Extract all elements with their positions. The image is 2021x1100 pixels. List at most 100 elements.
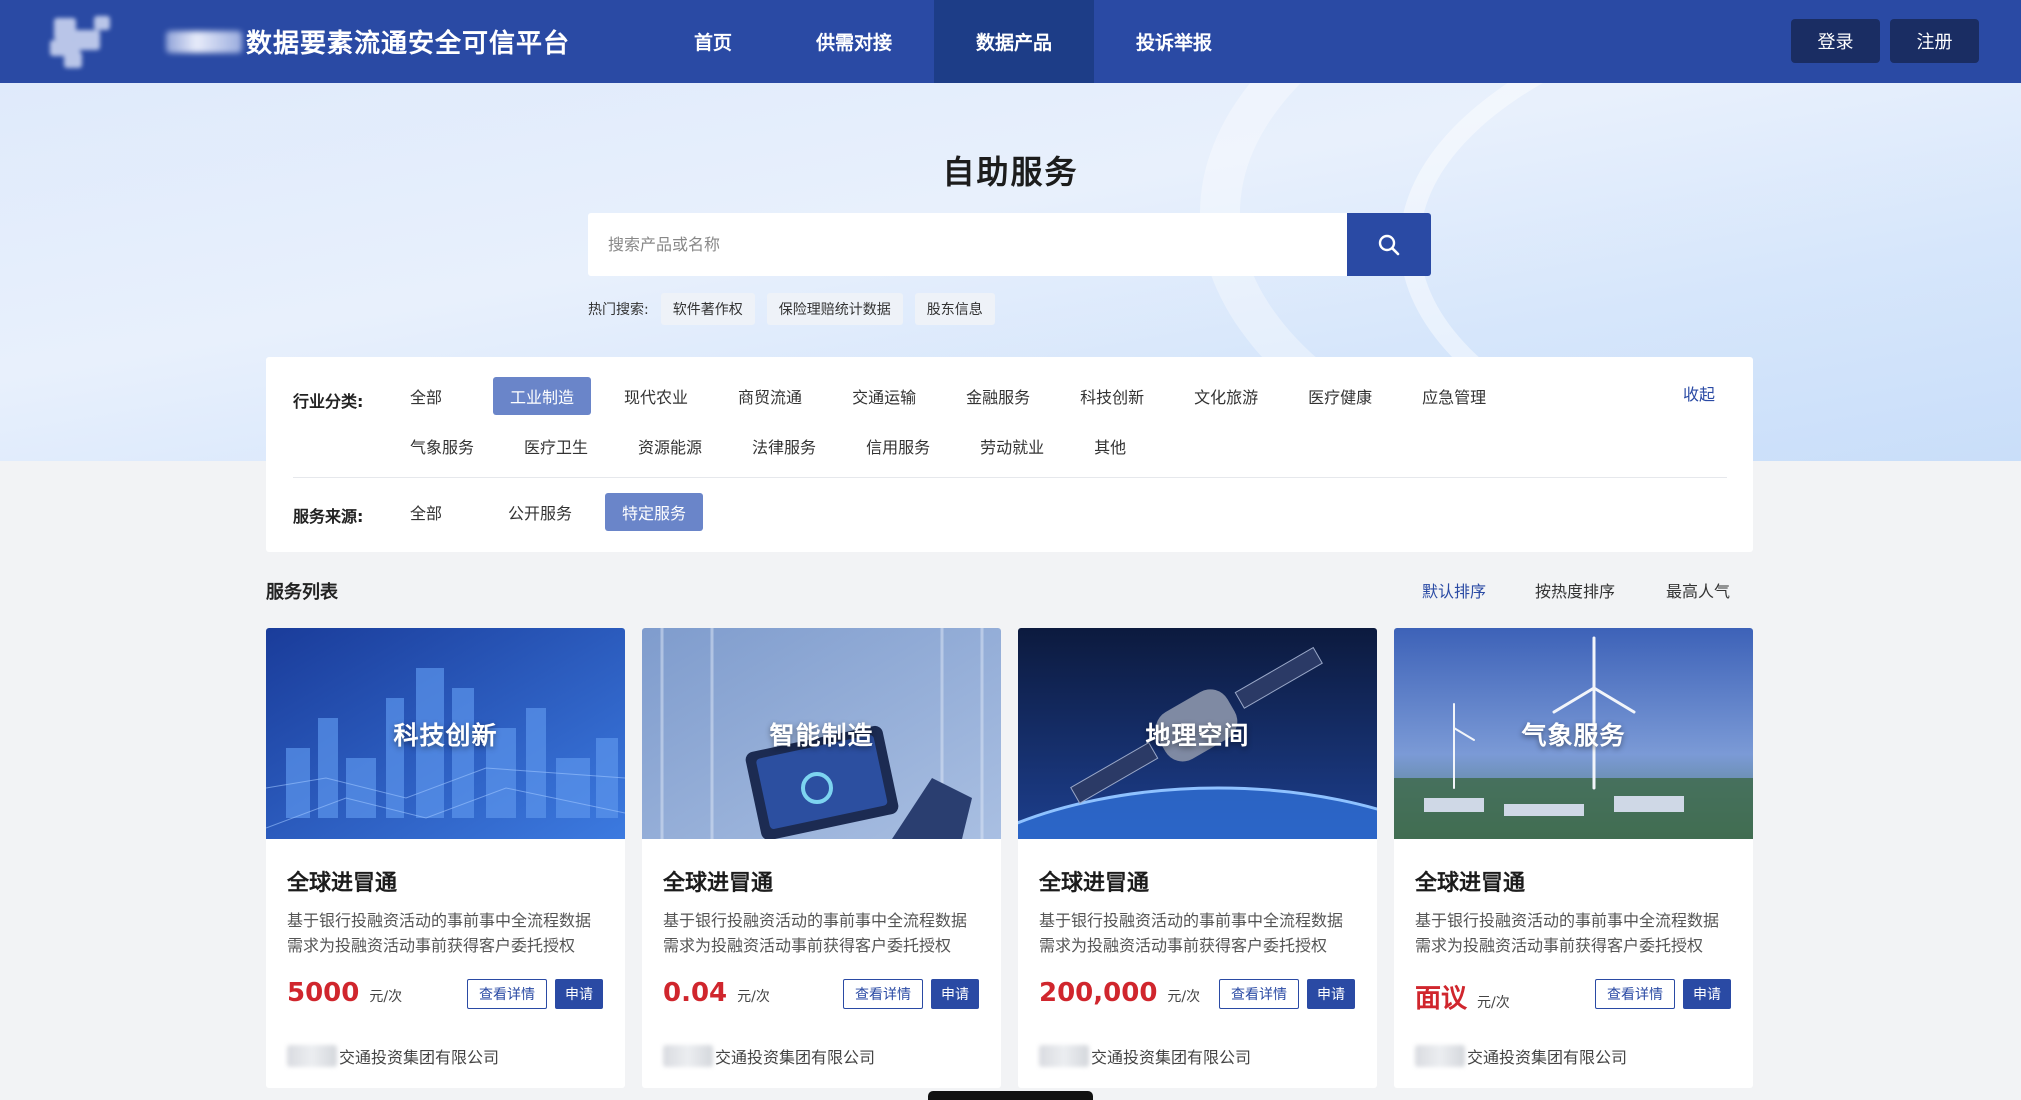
- view-details-button[interactable]: 查看详情: [1219, 979, 1299, 1009]
- card-price: 5000 元/次: [287, 978, 402, 1008]
- nav-data-products[interactable]: 数据产品: [934, 0, 1095, 83]
- hot-search-label: 热门搜索:: [588, 302, 649, 318]
- service-card[interactable]: 智能制造 全球进冒通 基于银行投融资活动的事前事中全流程数据需求为投融资活动事前…: [642, 628, 1001, 1088]
- industry-option[interactable]: 信用服务: [849, 427, 947, 465]
- brand-logo-icon: [44, 12, 114, 72]
- industry-filter-label: 行业分类:: [293, 392, 364, 411]
- industry-option[interactable]: 资源能源: [621, 427, 719, 465]
- card-image-geospatial: 地理空间: [1018, 628, 1377, 839]
- industry-option[interactable]: 气象服务: [393, 427, 491, 465]
- card-price: 面议 元/次: [1415, 978, 1510, 1015]
- nav-supply-demand[interactable]: 供需对接: [774, 0, 934, 83]
- source-options: 全部 公开服务 特定服务: [393, 493, 704, 531]
- brand[interactable]: 数据要素流通安全可信平台: [44, 12, 604, 72]
- industry-option-active[interactable]: 工业制造: [493, 377, 592, 415]
- card-category: 智能制造: [769, 720, 874, 750]
- hot-searches: 热门搜索: 软件著作权 保险理赔统计数据 股东信息: [588, 293, 995, 325]
- card-description: 基于银行投融资活动的事前事中全流程数据需求为投融资活动事前获得客户委托授权: [1039, 911, 1344, 955]
- search-button[interactable]: [1347, 213, 1431, 276]
- card-company: 交通投资集团有限公司: [1039, 1044, 1251, 1068]
- site-title: 数据要素流通安全可信平台: [246, 29, 571, 59]
- card-image-weather: 气象服务: [1394, 628, 1753, 839]
- industry-option[interactable]: 商贸流通: [721, 377, 819, 415]
- card-image-tech: 科技创新: [266, 628, 625, 839]
- search-icon: [1378, 234, 1400, 255]
- top-header: 数据要素流通安全可信平台 首页 供需对接 数据产品 投诉举报 登录 注册: [0, 0, 2021, 83]
- card-title: 全球进冒通: [1415, 871, 1526, 896]
- industry-option[interactable]: 医疗卫生: [507, 427, 605, 465]
- industry-options-row2: 气象服务 医疗卫生 资源能源 法律服务 信用服务 劳动就业 其他: [393, 427, 1143, 465]
- service-card[interactable]: 气象服务 全球进冒通 基于银行投融资活动的事前事中全流程数据需求为投融资活动事前…: [1394, 628, 1753, 1088]
- card-description: 基于银行投融资活动的事前事中全流程数据需求为投融资活动事前获得客户委托授权: [287, 911, 592, 955]
- industry-option[interactable]: 文化旅游: [1177, 377, 1275, 415]
- source-option[interactable]: 公开服务: [491, 493, 589, 531]
- company-prefix-redacted: [663, 1045, 713, 1067]
- price-value: 5000: [287, 978, 360, 1008]
- industry-option[interactable]: 法律服务: [735, 427, 833, 465]
- search-input[interactable]: [588, 213, 1347, 276]
- hot-search-tag[interactable]: 股东信息: [914, 293, 995, 325]
- apply-button[interactable]: 申请: [1307, 979, 1355, 1009]
- card-price: 0.04 元/次: [663, 978, 770, 1008]
- card-category: 地理空间: [1145, 720, 1250, 750]
- nav-complaints[interactable]: 投诉举报: [1094, 0, 1254, 83]
- price-unit: 元/次: [369, 989, 403, 1005]
- price-value: 200,000: [1039, 978, 1158, 1008]
- service-card[interactable]: 科技创新 全球进冒通 基于银行投融资活动的事前事中全流程数据需求为投融资活动事前…: [266, 628, 625, 1088]
- price-value: 0.04: [663, 978, 728, 1008]
- price-unit: 元/次: [1477, 995, 1510, 1011]
- brand-prefix-redacted: [166, 30, 242, 53]
- source-option-active[interactable]: 特定服务: [605, 493, 704, 531]
- industry-option[interactable]: 其他: [1077, 427, 1143, 465]
- company-prefix-redacted: [1415, 1045, 1465, 1067]
- card-title: 全球进冒通: [287, 871, 398, 896]
- industry-option[interactable]: 现代农业: [607, 377, 705, 415]
- main-nav: 首页 供需对接 数据产品 投诉举报: [652, 0, 1254, 83]
- card-title: 全球进冒通: [1039, 871, 1150, 896]
- company-name: 交通投资集团有限公司: [715, 1048, 876, 1067]
- apply-button[interactable]: 申请: [555, 979, 603, 1009]
- industry-option[interactable]: 全部: [393, 377, 459, 415]
- view-details-button[interactable]: 查看详情: [467, 979, 547, 1009]
- price-unit: 元/次: [1167, 989, 1201, 1005]
- sort-most-popular[interactable]: 最高人气: [1666, 578, 1730, 602]
- industry-option[interactable]: 应急管理: [1405, 377, 1503, 415]
- industry-option[interactable]: 金融服务: [949, 377, 1047, 415]
- sort-by-popularity[interactable]: 按热度排序: [1535, 578, 1615, 602]
- company-name: 交通投资集团有限公司: [1091, 1048, 1252, 1067]
- view-details-button[interactable]: 查看详情: [1595, 979, 1675, 1009]
- source-filter-label: 服务来源:: [293, 507, 364, 526]
- filter-panel: 行业分类: 全部 工业制造 现代农业 商贸流通 交通运输 金融服务 科技创新 文…: [266, 357, 1753, 552]
- hero-title: 自助服务: [942, 153, 1079, 191]
- company-prefix-redacted: [287, 1045, 337, 1067]
- industry-option[interactable]: 科技创新: [1063, 377, 1161, 415]
- nav-home[interactable]: 首页: [652, 0, 774, 83]
- price-value: 面议: [1415, 984, 1468, 1014]
- filter-divider: [293, 477, 1727, 478]
- collapse-link[interactable]: 收起: [1683, 381, 1715, 405]
- card-company: 交通投资集团有限公司: [287, 1044, 499, 1068]
- card-price: 200,000 元/次: [1039, 978, 1200, 1008]
- source-option[interactable]: 全部: [393, 493, 459, 531]
- view-details-button[interactable]: 查看详情: [843, 979, 923, 1009]
- register-button[interactable]: 注册: [1890, 19, 1979, 63]
- card-title: 全球进冒通: [663, 871, 774, 896]
- sort-default[interactable]: 默认排序: [1422, 578, 1486, 602]
- login-button[interactable]: 登录: [1791, 19, 1880, 63]
- auth-buttons: 登录 注册: [1791, 19, 1979, 63]
- card-description: 基于银行投融资活动的事前事中全流程数据需求为投融资活动事前获得客户委托授权: [1415, 911, 1720, 955]
- service-card[interactable]: 地理空间 全球进冒通 基于银行投融资活动的事前事中全流程数据需求为投融资活动事前…: [1018, 628, 1377, 1088]
- industry-option[interactable]: 交通运输: [835, 377, 933, 415]
- apply-button[interactable]: 申请: [1683, 979, 1731, 1009]
- company-name: 交通投资集团有限公司: [1467, 1048, 1628, 1067]
- scroll-indicator: [928, 1091, 1093, 1100]
- card-description: 基于银行投融资活动的事前事中全流程数据需求为投融资活动事前获得客户委托授权: [663, 911, 968, 955]
- apply-button[interactable]: 申请: [931, 979, 979, 1009]
- hot-search-tag[interactable]: 软件著作权: [660, 293, 755, 325]
- hot-search-tag[interactable]: 保险理赔统计数据: [766, 293, 903, 325]
- industry-options-row1: 全部 工业制造 现代农业 商贸流通 交通运输 金融服务 科技创新 文化旅游 医疗…: [393, 377, 1503, 415]
- company-name: 交通投资集团有限公司: [339, 1048, 500, 1067]
- card-category: 科技创新: [393, 720, 498, 750]
- industry-option[interactable]: 劳动就业: [963, 427, 1061, 465]
- industry-option[interactable]: 医疗健康: [1291, 377, 1389, 415]
